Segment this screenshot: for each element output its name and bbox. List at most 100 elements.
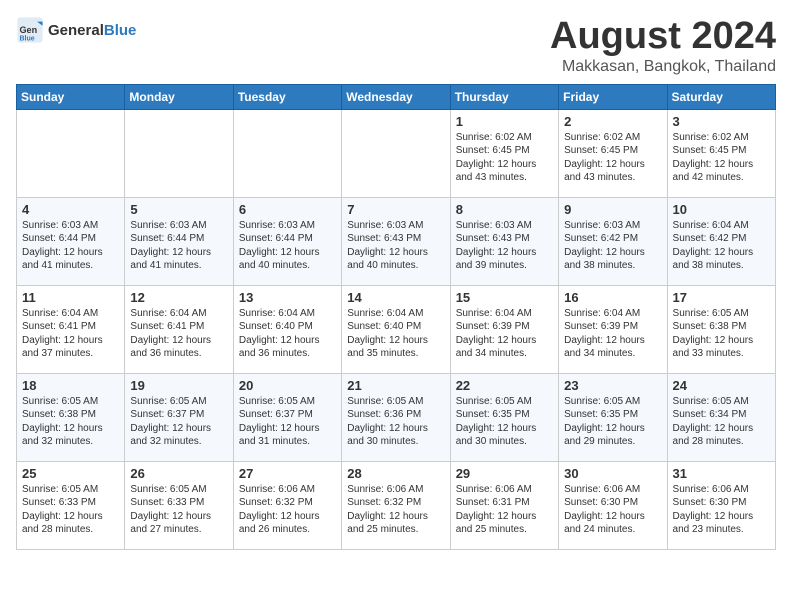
day-number: 21	[347, 378, 444, 393]
calendar-cell	[233, 109, 341, 197]
calendar-cell: 14 Sunrise: 6:04 AMSunset: 6:40 PMDayligh…	[342, 285, 450, 373]
day-info: Sunrise: 6:05 AMSunset: 6:35 PMDaylight:…	[564, 395, 661, 449]
day-number: 30	[564, 466, 661, 481]
day-number: 11	[22, 290, 119, 305]
calendar-cell	[17, 109, 125, 197]
location: Makkasan, Bangkok, Thailand	[550, 58, 776, 76]
day-info: Sunrise: 6:02 AMSunset: 6:45 PMDaylight:…	[673, 131, 770, 185]
day-number: 3	[673, 114, 770, 129]
day-info: Sunrise: 6:05 AMSunset: 6:38 PMDaylight:…	[673, 307, 770, 361]
calendar-week-5: 25 Sunrise: 6:05 AMSunset: 6:33 PMDayligh…	[17, 461, 776, 549]
day-number: 27	[239, 466, 336, 481]
calendar-cell: 13 Sunrise: 6:04 AMSunset: 6:40 PMDayligh…	[233, 285, 341, 373]
calendar-cell: 4Sunrise: 6:03 AMSunset: 6:44 PMDaylight…	[17, 197, 125, 285]
day-info: Sunrise: 6:05 AMSunset: 6:33 PMDaylight:…	[22, 483, 119, 537]
day-number: 14	[347, 290, 444, 305]
day-number: 1	[456, 114, 553, 129]
calendar-cell: 31Sunrise: 6:06 AMSunset: 6:30 PMDayligh…	[667, 461, 775, 549]
day-number: 13	[239, 290, 336, 305]
calendar-week-1: 1 Sunrise: 6:02 AMSunset: 6:45 PMDaylight…	[17, 109, 776, 197]
logo-icon: Gen Blue	[16, 16, 44, 44]
day-number: 26	[130, 466, 227, 481]
day-number: 9	[564, 202, 661, 217]
day-info: Sunrise: 6:03 AMSunset: 6:42 PMDaylight:…	[564, 219, 661, 273]
day-info: Sunrise: 6:05 AMSunset: 6:37 PMDaylight:…	[239, 395, 336, 449]
day-number: 28	[347, 466, 444, 481]
title-block: August 2024 Makkasan, Bangkok, Thailand	[550, 16, 776, 76]
calendar-cell: 7 Sunrise: 6:03 AMSunset: 6:43 PMDaylight…	[342, 197, 450, 285]
calendar-cell: 2Sunrise: 6:02 AMSunset: 6:45 PMDaylight…	[559, 109, 667, 197]
logo: Gen Blue GeneralBlue	[16, 16, 136, 44]
day-number: 22	[456, 378, 553, 393]
calendar-cell	[342, 109, 450, 197]
calendar-cell: 6Sunrise: 6:03 AMSunset: 6:44 PMDaylight…	[233, 197, 341, 285]
day-info: Sunrise: 6:05 AMSunset: 6:36 PMDaylight:…	[347, 395, 444, 449]
calendar-cell: 8Sunrise: 6:03 AMSunset: 6:43 PMDaylight…	[450, 197, 558, 285]
calendar-week-2: 4 Sunrise: 6:03 AMSunset: 6:44 PMDaylight…	[17, 197, 776, 285]
day-info: Sunrise: 6:05 AMSunset: 6:37 PMDaylight:…	[130, 395, 227, 449]
day-info: Sunrise: 6:04 AMSunset: 6:41 PMDaylight:…	[130, 307, 227, 361]
calendar-cell: 18 Sunrise: 6:05 AMSunset: 6:38 PMDayligh…	[17, 373, 125, 461]
calendar-cell: 12 Sunrise: 6:04 AMSunset: 6:41 PMDayligh…	[125, 285, 233, 373]
day-number: 29	[456, 466, 553, 481]
calendar-cell: 19 Sunrise: 6:05 AMSunset: 6:37 PMDayligh…	[125, 373, 233, 461]
day-info: Sunrise: 6:04 AMSunset: 6:41 PMDaylight:…	[22, 307, 119, 361]
calendar-cell: 28 Sunrise: 6:06 AMSunset: 6:32 PMDayligh…	[342, 461, 450, 549]
calendar-cell: 16 Sunrise: 6:04 AMSunset: 6:39 PMDayligh…	[559, 285, 667, 373]
day-number: 4	[22, 202, 119, 217]
day-info: Sunrise: 6:05 AMSunset: 6:38 PMDaylight:…	[22, 395, 119, 449]
day-number: 16	[564, 290, 661, 305]
day-number: 17	[673, 290, 770, 305]
calendar-cell: 30 Sunrise: 6:06 AMSunset: 6:30 PMDayligh…	[559, 461, 667, 549]
day-info: Sunrise: 6:04 AMSunset: 6:39 PMDaylight:…	[564, 307, 661, 361]
day-info: Sunrise: 6:04 AMSunset: 6:40 PMDaylight:…	[239, 307, 336, 361]
calendar-cell: 11 Sunrise: 6:04 AMSunset: 6:41 PMDayligh…	[17, 285, 125, 373]
calendar-cell: 17 Sunrise: 6:05 AMSunset: 6:38 PMDayligh…	[667, 285, 775, 373]
day-info: Sunrise: 6:06 AMSunset: 6:30 PMDaylight:…	[564, 483, 661, 537]
day-number: 6	[239, 202, 336, 217]
day-info: Sunrise: 6:03 AMSunset: 6:43 PMDaylight:…	[347, 219, 444, 273]
day-info: Sunrise: 6:02 AMSunset: 6:45 PMDaylight:…	[564, 131, 661, 185]
calendar-cell: 10Sunrise: 6:04 AMSunset: 6:42 PMDayligh…	[667, 197, 775, 285]
header-tuesday: Tuesday	[233, 84, 341, 109]
day-number: 23	[564, 378, 661, 393]
day-number: 25	[22, 466, 119, 481]
day-info: Sunrise: 6:05 AMSunset: 6:34 PMDaylight:…	[673, 395, 770, 449]
day-info: Sunrise: 6:04 AMSunset: 6:40 PMDaylight:…	[347, 307, 444, 361]
day-info: Sunrise: 6:06 AMSunset: 6:32 PMDaylight:…	[239, 483, 336, 537]
calendar-cell: 29 Sunrise: 6:06 AMSunset: 6:31 PMDayligh…	[450, 461, 558, 549]
day-info: Sunrise: 6:03 AMSunset: 6:44 PMDaylight:…	[130, 219, 227, 273]
day-number: 20	[239, 378, 336, 393]
day-info: Sunrise: 6:02 AMSunset: 6:45 PMDaylight:…	[456, 131, 553, 185]
calendar-week-3: 11 Sunrise: 6:04 AMSunset: 6:41 PMDayligh…	[17, 285, 776, 373]
svg-text:Gen: Gen	[20, 25, 38, 35]
day-number: 24	[673, 378, 770, 393]
calendar-cell: 15Sunrise: 6:04 AMSunset: 6:39 PMDayligh…	[450, 285, 558, 373]
calendar-table: SundayMondayTuesdayWednesdayThursdayFrid…	[16, 84, 776, 550]
day-number: 7	[347, 202, 444, 217]
month-year: August 2024	[550, 16, 776, 58]
day-number: 19	[130, 378, 227, 393]
day-info: Sunrise: 6:04 AMSunset: 6:39 PMDaylight:…	[456, 307, 553, 361]
header-sunday: Sunday	[17, 84, 125, 109]
calendar-cell: 20 Sunrise: 6:05 AMSunset: 6:37 PMDayligh…	[233, 373, 341, 461]
calendar-cell: 5 Sunrise: 6:03 AMSunset: 6:44 PMDaylight…	[125, 197, 233, 285]
day-info: Sunrise: 6:06 AMSunset: 6:31 PMDaylight:…	[456, 483, 553, 537]
header-thursday: Thursday	[450, 84, 558, 109]
day-info: Sunrise: 6:05 AMSunset: 6:33 PMDaylight:…	[130, 483, 227, 537]
logo-text: GeneralBlue	[48, 22, 136, 39]
day-number: 10	[673, 202, 770, 217]
calendar-cell: 23 Sunrise: 6:05 AMSunset: 6:35 PMDayligh…	[559, 373, 667, 461]
day-number: 8	[456, 202, 553, 217]
calendar-cell: 25 Sunrise: 6:05 AMSunset: 6:33 PMDayligh…	[17, 461, 125, 549]
day-number: 31	[673, 466, 770, 481]
header-saturday: Saturday	[667, 84, 775, 109]
page-header: Gen Blue GeneralBlue August 2024 Makkasa…	[16, 16, 776, 76]
calendar-cell: 21 Sunrise: 6:05 AMSunset: 6:36 PMDayligh…	[342, 373, 450, 461]
header-wednesday: Wednesday	[342, 84, 450, 109]
day-info: Sunrise: 6:05 AMSunset: 6:35 PMDaylight:…	[456, 395, 553, 449]
day-info: Sunrise: 6:06 AMSunset: 6:32 PMDaylight:…	[347, 483, 444, 537]
day-number: 12	[130, 290, 227, 305]
day-number: 5	[130, 202, 227, 217]
day-number: 18	[22, 378, 119, 393]
